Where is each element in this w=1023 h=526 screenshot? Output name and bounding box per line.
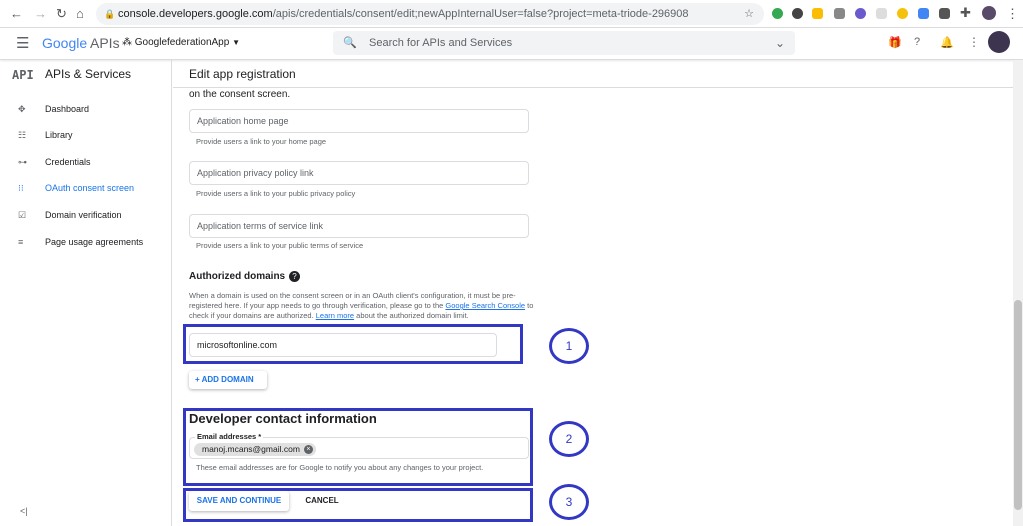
extension-icon[interactable]: [792, 8, 803, 19]
settings-list-icon: ≡: [18, 237, 24, 247]
sidebar-item-oauth-consent-screen[interactable]: ⁝⁝ OAuth consent screen: [0, 175, 172, 201]
sidebar-item-domain-verification[interactable]: ☑ Domain verification: [0, 202, 172, 228]
dashboard-icon: ✥: [18, 104, 26, 114]
extension-icon[interactable]: [876, 8, 887, 19]
api-badge: API: [12, 68, 34, 82]
annotation-box-3: [183, 488, 533, 522]
scrollbar[interactable]: [1013, 60, 1023, 526]
search-placeholder: Search for APIs and Services: [369, 37, 513, 49]
annotation-box-2: [183, 408, 533, 486]
annotation-circle-2: 2: [549, 421, 589, 457]
sidebar-item-label: Domain verification: [45, 210, 122, 220]
sidebar-item-credentials[interactable]: ⊶ Credentials: [0, 149, 172, 175]
learn-more-link[interactable]: Learn more: [316, 311, 354, 320]
home-page-hint: Provide users a link to your home page: [196, 137, 327, 146]
extension-icon[interactable]: [855, 8, 866, 19]
lock-icon: 🔒: [104, 9, 116, 19]
privacy-policy-input[interactable]: Application privacy policy link: [189, 161, 529, 185]
menu-kebab-icon[interactable]: ⋮: [1006, 6, 1019, 22]
url-path: /apis/credentials/consent/edit;newAppInt…: [272, 8, 689, 20]
sidebar-item-label: Dashboard: [45, 104, 90, 114]
scrollbar-thumb[interactable]: [1014, 300, 1022, 510]
divider: [173, 87, 1013, 88]
forward-icon[interactable]: →: [34, 6, 47, 21]
help-icon[interactable]: ?: [914, 36, 920, 48]
reload-icon[interactable]: ↻: [56, 6, 67, 22]
sidebar-item-library[interactable]: ☷ Library: [0, 122, 172, 148]
annotation-circle-1: 1: [549, 328, 589, 364]
page-title: Edit app registration: [189, 67, 296, 81]
key-icon: ⊶: [18, 157, 27, 167]
camera-icon[interactable]: [834, 8, 845, 19]
home-page-input[interactable]: Application home page: [189, 109, 529, 133]
back-icon[interactable]: ←: [10, 6, 23, 21]
annotation-box-1: [183, 324, 523, 364]
checkbox-icon: ☑: [18, 210, 27, 220]
project-icon: ⁂: [122, 37, 132, 48]
main-content: Edit app registration on the consent scr…: [173, 60, 1013, 526]
terms-of-service-input[interactable]: Application terms of service link: [189, 214, 529, 238]
google-search-console-link[interactable]: Google Search Console: [445, 301, 525, 310]
library-icon: ☷: [18, 130, 27, 140]
extension-icon[interactable]: [772, 8, 783, 19]
project-name: GooglefederationApp: [134, 37, 230, 48]
sidebar: API APIs & Services ✥ Dashboard ☷ Library …: [0, 60, 172, 526]
collapse-sidebar-icon[interactable]: <|: [20, 506, 28, 516]
search-input[interactable]: 🔍 Search for APIs and Services ⌄: [333, 31, 795, 55]
sidebar-item-label: OAuth consent screen: [45, 183, 135, 193]
sidebar-title: APIs & Services: [45, 67, 132, 81]
terms-of-service-hint: Provide users a link to your public term…: [196, 241, 364, 250]
more-icon[interactable]: ⋮: [968, 35, 980, 49]
browser-toolbar: ← → ↻ ⌂ 🔒 console.developers.google.com/…: [0, 0, 1023, 28]
add-domain-button[interactable]: + ADD DOMAIN: [189, 371, 267, 389]
sidebar-item-dashboard[interactable]: ✥ Dashboard: [0, 96, 172, 122]
consent-icon: ⁝⁝: [18, 183, 24, 193]
user-avatar[interactable]: [988, 31, 1010, 53]
authorized-domains-heading: Authorized domains: [189, 271, 286, 282]
desc-text: about the authorized domain limit.: [354, 311, 469, 320]
extension-icon[interactable]: [812, 8, 823, 19]
chevron-down-icon[interactable]: ⌄: [775, 31, 785, 55]
url-host: console.developers.google.com: [118, 8, 273, 20]
home-icon[interactable]: ⌂: [76, 6, 84, 21]
privacy-policy-hint: Provide users a link to your public priv…: [196, 189, 356, 198]
app-header: ☰ Google APIs ⁂ GooglefederationApp ▼ 🔍 …: [0, 28, 1023, 60]
annotation-circle-3: 3: [549, 484, 589, 520]
gift-icon[interactable]: 🎁: [888, 36, 902, 49]
notifications-icon[interactable]: 🔔: [940, 36, 954, 49]
add-domain-label: ADD DOMAIN: [201, 375, 254, 384]
consent-text: on the consent screen.: [189, 89, 291, 100]
hamburger-menu-icon[interactable]: ☰: [16, 34, 29, 52]
authorized-domains-description: When a domain is used on the consent scr…: [189, 291, 534, 321]
sidebar-item-label: Credentials: [45, 157, 91, 167]
puzzle-icon[interactable]: ✚: [960, 5, 971, 21]
chevron-down-icon: ▼: [232, 38, 241, 47]
sidebar-item-label: Page usage agreements: [45, 237, 144, 247]
plus-icon: +: [195, 375, 202, 384]
bookmark-star-icon[interactable]: ☆: [744, 3, 754, 25]
google-logo[interactable]: Google: [42, 35, 87, 51]
extension-icon[interactable]: [939, 8, 950, 19]
help-icon[interactable]: ?: [289, 271, 300, 282]
sidebar-item-page-usage-agreements[interactable]: ≡ Page usage agreements: [0, 229, 172, 255]
address-bar[interactable]: 🔒 console.developers.google.com/apis/cre…: [96, 3, 764, 25]
apis-logo-text: APIs: [90, 35, 120, 51]
extension-icon[interactable]: [897, 8, 908, 19]
profile-avatar[interactable]: [982, 6, 996, 20]
project-selector[interactable]: ⁂ GooglefederationApp ▼: [122, 37, 240, 48]
search-icon: 🔍: [343, 37, 357, 49]
extension-icon[interactable]: [918, 8, 929, 19]
sidebar-item-label: Library: [45, 130, 73, 140]
